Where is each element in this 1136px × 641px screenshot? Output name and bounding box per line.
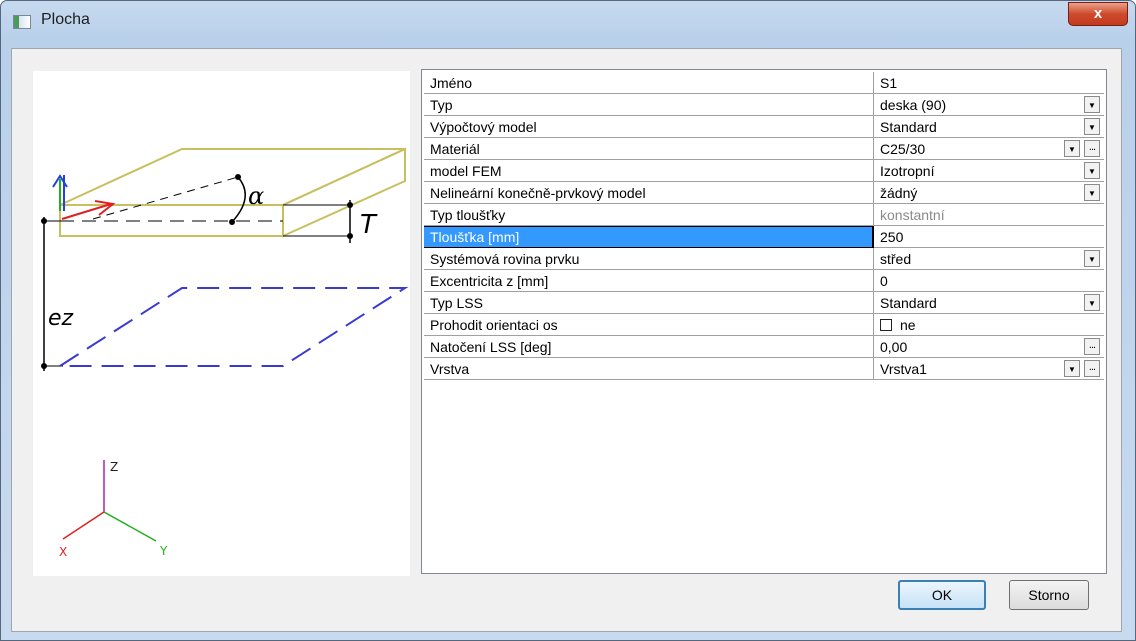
global-axis-x-label: X: [59, 545, 67, 559]
property-value-text: Izotropní: [880, 163, 935, 179]
property-grid: Jméno S1 Typ deska (90) ▼ Výpočtový model…: [421, 69, 1107, 574]
property-value-text: 0,00: [880, 339, 908, 355]
property-row-thickness-type: Typ tloušťky konstantní: [424, 204, 1104, 226]
property-value-text: C25/30: [880, 141, 926, 157]
property-row-thickness[interactable]: Tloušťka [mm] 250: [424, 226, 1104, 248]
dialog-window: Plocha x α T ez Z X Y Jméno S1 Typ deska…: [0, 0, 1136, 641]
dropdown-arrow-icon[interactable]: ▼: [1084, 118, 1100, 135]
dropdown-arrow-icon[interactable]: ▼: [1084, 294, 1100, 311]
ellipsis-button-icon[interactable]: ...: [1084, 360, 1100, 377]
slab-side-face: [282, 147, 406, 238]
dropdown-arrow-icon[interactable]: ▼: [1084, 162, 1100, 179]
property-value[interactable]: Vrstva1 ▼...: [874, 358, 1104, 380]
property-row-system-plane[interactable]: Systémová rovina prvku střed ▼: [424, 248, 1104, 270]
property-label: Jméno: [424, 72, 874, 94]
property-value[interactable]: S1: [874, 72, 1104, 94]
property-row-lcs-rotation[interactable]: Natočení LSS [deg] 0,00...: [424, 336, 1104, 358]
property-value[interactable]: C25/30 ▼...: [874, 138, 1104, 160]
property-row-lcs-type[interactable]: Typ LSS Standard ▼: [424, 292, 1104, 314]
property-value[interactable]: Izotropní ▼: [874, 160, 1104, 182]
property-row-type[interactable]: Typ deska (90) ▼: [424, 94, 1104, 116]
thickness-dimension-point-top: [347, 202, 353, 208]
property-value[interactable]: 0: [874, 270, 1104, 292]
property-row-analysis-model[interactable]: Výpočtový model Standard ▼: [424, 116, 1104, 138]
dropdown-arrow-icon[interactable]: ▼: [1064, 140, 1080, 157]
window-title: Plocha: [41, 11, 90, 28]
dropdown-arrow-icon[interactable]: ▼: [1084, 184, 1100, 201]
property-label: Natočení LSS [deg]: [424, 336, 874, 358]
ellipsis-button-icon[interactable]: ...: [1084, 338, 1100, 355]
global-axis-z-label: Z: [110, 460, 118, 474]
close-button[interactable]: x: [1068, 2, 1128, 26]
property-label: Typ LSS: [424, 292, 874, 314]
property-value[interactable]: ne: [874, 314, 1104, 336]
property-row-eccentricity[interactable]: Excentricita z [mm] 0: [424, 270, 1104, 292]
property-label: model FEM: [424, 160, 874, 182]
dropdown-arrow-icon[interactable]: ▼: [1084, 250, 1100, 267]
property-value-text: konstantní: [880, 207, 945, 223]
property-row-swap-orientation[interactable]: Prohodit orientaci os ne: [424, 314, 1104, 336]
property-label: Typ: [424, 94, 874, 116]
property-value[interactable]: Standard ▼: [874, 292, 1104, 314]
property-label: Prohodit orientaci os: [424, 314, 874, 336]
property-label: Nelineární konečně-prvkový model: [424, 182, 874, 204]
ok-button[interactable]: OK: [898, 580, 986, 610]
property-row-nonlinear-model[interactable]: Nelineární konečně-prvkový model žádný ▼: [424, 182, 1104, 204]
property-row-name[interactable]: Jméno S1: [424, 72, 1104, 94]
global-axis-y-label: Y: [159, 544, 168, 558]
alpha-arc: [231, 176, 246, 223]
global-axis-y: [103, 511, 157, 542]
property-label: Typ tloušťky: [424, 204, 874, 226]
slab-top-face: [59, 148, 406, 206]
property-value-text: Standard: [880, 119, 937, 135]
global-axis-x: [62, 511, 105, 540]
property-value-text: ne: [900, 317, 916, 333]
property-row-material[interactable]: Materiál C25/30 ▼...: [424, 138, 1104, 160]
property-value[interactable]: 250: [874, 226, 1104, 248]
property-label: Tloušťka [mm]: [424, 226, 874, 248]
property-value[interactable]: deska (90) ▼: [874, 94, 1104, 116]
geometry-preview: α T ez Z X Y: [33, 71, 410, 576]
property-value-text: Vrstva1: [880, 361, 927, 377]
property-value[interactable]: 0,00...: [874, 336, 1104, 358]
window-app-icon: [13, 15, 31, 29]
alpha-label: α: [248, 182, 264, 210]
property-value-text: 0: [880, 273, 888, 289]
title-bar[interactable]: Plocha x: [1, 1, 1135, 41]
property-label: Excentricita z [mm]: [424, 270, 874, 292]
property-row-fem-model[interactable]: model FEM Izotropní ▼: [424, 160, 1104, 182]
alpha-reference-line: [92, 176, 239, 220]
eccentricity-label: ez: [48, 306, 74, 331]
property-value-text: 250: [880, 229, 904, 245]
property-value[interactable]: Standard ▼: [874, 116, 1104, 138]
ez-dimension-point-top: [41, 218, 47, 224]
thickness-dimension-point-bottom: [347, 233, 353, 239]
thickness-label: T: [360, 210, 378, 240]
property-label: Vrstva: [424, 358, 874, 380]
property-value[interactable]: žádný ▼: [874, 182, 1104, 204]
dropdown-arrow-icon[interactable]: ▼: [1084, 96, 1100, 113]
property-value[interactable]: střed ▼: [874, 248, 1104, 270]
cancel-button[interactable]: Storno: [1009, 580, 1089, 610]
property-value: konstantní: [874, 204, 1104, 226]
property-label: Materiál: [424, 138, 874, 160]
dialog-client-area: α T ez Z X Y Jméno S1 Typ deska (90) ▼ V…: [11, 48, 1122, 632]
system-plane: [56, 287, 409, 367]
slab-diagram: α T ez Z X Y: [41, 147, 409, 559]
property-row-layer[interactable]: Vrstva Vrstva1 ▼...: [424, 358, 1104, 380]
property-value-text: deska (90): [880, 97, 947, 113]
ellipsis-button-icon[interactable]: ...: [1084, 140, 1100, 157]
property-label: Výpočtový model: [424, 116, 874, 138]
property-value-text: žádný: [880, 185, 918, 201]
property-value-text: Standard: [880, 295, 937, 311]
property-value-text: střed: [880, 251, 912, 267]
property-label: Systémová rovina prvku: [424, 248, 874, 270]
swap-orientation-checkbox[interactable]: [880, 319, 892, 331]
dropdown-arrow-icon[interactable]: ▼: [1064, 360, 1080, 377]
property-value-text: S1: [880, 75, 898, 91]
